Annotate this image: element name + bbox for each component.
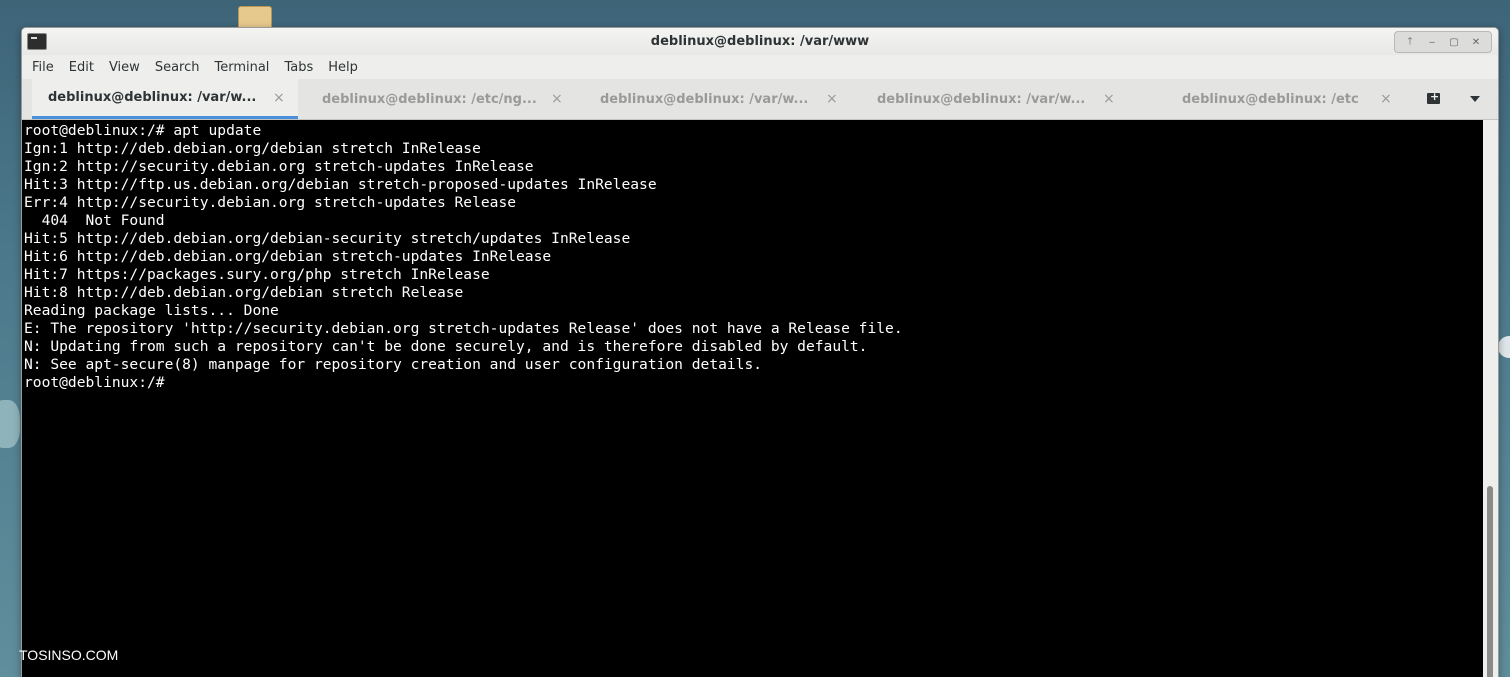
tab-close-icon[interactable]: × [551,91,563,107]
minimize-icon[interactable]: ‒ [1421,33,1443,51]
close-icon[interactable]: ✕ [1465,33,1487,51]
terminal-text: root@deblinux:/# apt update Ign:1 http:/… [22,120,1483,392]
menu-edit[interactable]: Edit [69,60,94,75]
tab-close-icon[interactable]: × [826,91,838,107]
maximize-icon[interactable]: ▢ [1443,33,1465,51]
terminal-line: Hit:8 http://deb.debian.org/debian stret… [24,284,464,301]
tab-4[interactable]: deblinux@deblinux: /var/w... × [865,79,1131,119]
tab-label: deblinux@deblinux: /var/w... [48,90,257,105]
terminal-line: 404 Not Found [24,212,165,229]
desktop: deblinux@deblinux: /var/www 🡑 ‒ ▢ ✕ File… [0,0,1510,677]
menu-file[interactable]: File [32,60,54,75]
chevron-down-icon[interactable] [1470,96,1480,102]
scrollbar-thumb[interactable] [1487,486,1493,677]
terminal-line: Ign:2 http://security.debian.org stretch… [24,158,534,175]
desktop-decoration-right [1498,336,1510,358]
terminal-line: E: The repository 'http://security.debia… [24,320,903,337]
menu-search[interactable]: Search [155,60,200,75]
tab-label: deblinux@deblinux: /etc/ng... [322,91,537,107]
titlebar[interactable]: deblinux@deblinux: /var/www 🡑 ‒ ▢ ✕ [22,28,1498,55]
terminal-line: Reading package lists... Done [24,302,279,319]
tab-close-icon[interactable]: × [1380,91,1392,107]
tab-label: deblinux@deblinux: /etc [1182,91,1359,107]
tab-5[interactable]: deblinux@deblinux: /etc × [1142,79,1408,119]
menu-terminal[interactable]: Terminal [214,60,269,75]
tab-bar: deblinux@deblinux: /var/w... × deblinux@… [22,79,1498,120]
watermark: TOSINSO.COM [19,647,119,663]
terminal-line: root@deblinux:/# apt update [24,122,262,139]
tab-label: deblinux@deblinux: /var/w... [877,91,1086,107]
terminal-window: deblinux@deblinux: /var/www 🡑 ‒ ▢ ✕ File… [21,27,1499,677]
terminal-line: Hit:5 http://deb.debian.org/debian-secur… [24,230,631,247]
window-controls: 🡑 ‒ ▢ ✕ [1394,31,1492,53]
terminal-line: root@deblinux:/# [24,374,174,391]
terminal-line: N: Updating from such a repository can't… [24,338,868,355]
terminal-line: Ign:1 http://deb.debian.org/debian stret… [24,140,481,157]
desktop-decoration [0,400,20,448]
menu-help[interactable]: Help [328,60,358,75]
tab-close-icon[interactable]: × [273,90,285,106]
menu-view[interactable]: View [109,60,140,75]
terminal-line: Hit:7 https://packages.sury.org/php stre… [24,266,490,283]
tab-2[interactable]: deblinux@deblinux: /etc/ng... × [310,79,576,119]
menu-tabs[interactable]: Tabs [284,60,313,75]
maximize-up-icon[interactable]: 🡑 [1399,33,1421,51]
window-title: deblinux@deblinux: /var/www [650,34,870,49]
new-tab-icon[interactable] [1427,90,1440,104]
terminal-line: Hit:3 http://ftp.us.debian.org/debian st… [24,176,657,193]
menubar: File Edit View Search Terminal Tabs Help [22,55,1498,79]
terminal-line: Hit:6 http://deb.debian.org/debian stret… [24,248,552,265]
tab-close-icon[interactable]: × [1103,91,1115,107]
terminal-line: N: See apt-secure(8) manpage for reposit… [24,356,763,373]
tab-label: deblinux@deblinux: /var/w... [600,91,809,107]
tab-3[interactable]: deblinux@deblinux: /var/w... × [588,79,854,119]
terminal-output[interactable]: root@deblinux:/# apt update Ign:1 http:/… [22,120,1483,677]
tab-1[interactable]: deblinux@deblinux: /var/w... × [32,79,298,119]
terminal-line: Err:4 http://security.debian.org stretch… [24,194,517,211]
scrollbar[interactable] [1483,120,1498,677]
